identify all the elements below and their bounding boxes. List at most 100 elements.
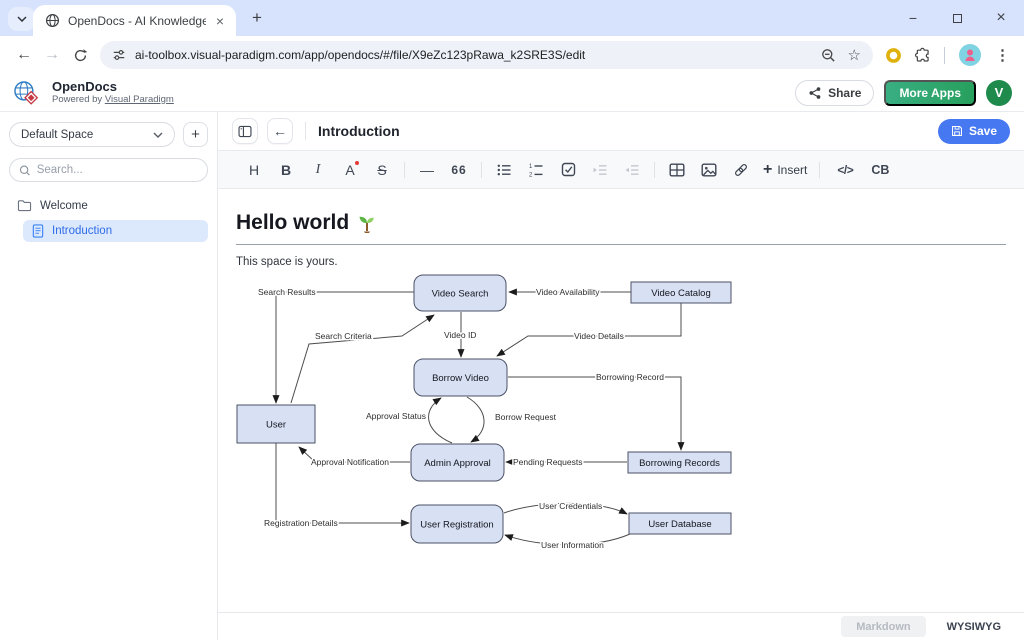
- more-apps-button[interactable]: More Apps: [884, 80, 976, 106]
- save-label: Save: [969, 124, 997, 138]
- tree-folder-welcome[interactable]: Welcome: [9, 195, 208, 216]
- toolbar-separator: [481, 162, 482, 178]
- tree-folder-label: Welcome: [40, 200, 88, 212]
- browser-menu-button[interactable]: ⋮: [995, 46, 1010, 64]
- diagram-nodes: Video SearchVideo CatalogBorrow VideoUse…: [237, 275, 731, 543]
- reload-icon: [73, 48, 88, 63]
- profile-avatar[interactable]: [958, 43, 982, 67]
- numbered-list-icon: 1 2: [528, 162, 544, 178]
- maximize-icon: [953, 14, 962, 23]
- bullet-list-button[interactable]: [488, 157, 520, 183]
- header-separator: [305, 122, 306, 140]
- url-actions: ☆: [821, 46, 861, 64]
- svg-text:2: 2: [529, 172, 533, 178]
- document-diagram[interactable]: Video SearchVideo CatalogBorrow VideoUse…: [236, 267, 736, 559]
- italic-button[interactable]: I: [302, 157, 334, 183]
- save-button[interactable]: Save: [938, 119, 1010, 144]
- tab-search-button[interactable]: [8, 7, 35, 31]
- minimize-button[interactable]: −: [900, 6, 926, 30]
- markdown-mode-button[interactable]: Markdown: [841, 616, 925, 637]
- toolbar-separator: [654, 162, 655, 178]
- editor-pane: ← Introduction Save H B I A S: [218, 112, 1024, 640]
- toolbar-separator: [404, 162, 405, 178]
- diagram-edge-label-approval-status: Approval Status: [366, 411, 426, 421]
- diagram-edge-video-details: [497, 303, 681, 356]
- maximize-button[interactable]: [944, 6, 970, 30]
- chevron-down-icon: [17, 16, 27, 22]
- chevron-down-icon: [153, 132, 163, 138]
- powered-by-prefix: Powered by: [52, 94, 105, 105]
- link-button[interactable]: [725, 157, 757, 183]
- share-label: Share: [828, 86, 861, 100]
- wysiwyg-mode-button[interactable]: WYSIWYG: [934, 616, 1014, 637]
- search-input[interactable]: [37, 164, 198, 176]
- sidebar-search[interactable]: [9, 158, 208, 182]
- inline-code-button[interactable]: </>: [826, 157, 864, 183]
- outdent-button[interactable]: [616, 157, 648, 183]
- indent-button[interactable]: [584, 157, 616, 183]
- url-text[interactable]: ai-toolbox.visual-paradigm.com/app/opend…: [135, 48, 812, 62]
- doc-heading[interactable]: Hello world: [236, 211, 1006, 245]
- task-list-icon: [561, 162, 576, 177]
- doc-heading-text: Hello world: [236, 211, 349, 235]
- blockquote-button[interactable]: 66: [443, 157, 475, 183]
- horizontal-rule-button[interactable]: —: [411, 157, 443, 183]
- add-space-button[interactable]: +: [183, 122, 208, 147]
- navbar-separator: [944, 47, 945, 64]
- back-to-docs-button[interactable]: ←: [267, 118, 293, 144]
- url-bar[interactable]: ai-toolbox.visual-paradigm.com/app/opend…: [100, 41, 873, 69]
- share-button[interactable]: Share: [795, 80, 874, 106]
- seedling-emoji-icon: [357, 213, 377, 233]
- extensions-puzzle-icon[interactable]: [915, 47, 931, 63]
- bold-button[interactable]: B: [270, 157, 302, 183]
- strikethrough-button[interactable]: S: [366, 157, 398, 183]
- table-button[interactable]: [661, 157, 693, 183]
- tree-page-introduction[interactable]: Introduction: [23, 220, 208, 242]
- diagram-edge-registration-details: [276, 443, 409, 523]
- globe-favicon-icon: [45, 13, 60, 28]
- more-apps-label: More Apps: [899, 86, 961, 100]
- diagram-edge-label-user-credentials: User Credentials: [539, 501, 602, 511]
- extension-badge-icon[interactable]: [885, 47, 902, 64]
- close-window-button[interactable]: ×: [988, 6, 1014, 30]
- text-color-button[interactable]: A: [334, 157, 366, 183]
- bookmark-star-icon[interactable]: ☆: [848, 46, 861, 64]
- image-button[interactable]: [693, 157, 725, 183]
- forward-button[interactable]: →: [38, 41, 66, 69]
- space-selector[interactable]: Default Space: [9, 122, 175, 147]
- user-avatar[interactable]: V: [986, 80, 1012, 106]
- diagram-node-label-video-catalog: Video Catalog: [651, 288, 711, 299]
- diagram-edge-search-results: [276, 292, 414, 403]
- diagram-edge-label-pending-requests: Pending Requests: [513, 457, 582, 467]
- opendocs-logo: [12, 79, 42, 106]
- diagram-node-label-user-database: User Database: [648, 519, 711, 530]
- zoom-out-icon[interactable]: [821, 48, 836, 63]
- back-arrow-icon: ←: [273, 123, 287, 139]
- new-tab-button[interactable]: +: [246, 8, 268, 28]
- visual-paradigm-link[interactable]: Visual Paradigm: [105, 94, 174, 105]
- link-icon: [733, 162, 749, 178]
- text-color-label: A: [345, 162, 354, 178]
- heading-button[interactable]: H: [238, 157, 270, 183]
- browser-tab[interactable]: OpenDocs - AI Knowledge Base ×: [33, 5, 236, 36]
- code-block-button[interactable]: CB: [864, 157, 896, 183]
- insert-label: Insert: [777, 163, 807, 177]
- diagram-edge-label-video-details: Video Details: [574, 331, 624, 341]
- document-content[interactable]: Hello world This space is yours.: [218, 189, 1024, 612]
- diagram-edge-label-user-information: User Information: [541, 540, 604, 550]
- diagram-edge-label-borrow-request: Borrow Request: [495, 412, 557, 422]
- task-list-button[interactable]: [552, 157, 584, 183]
- toggle-sidebar-button[interactable]: [232, 118, 258, 144]
- formatting-toolbar: H B I A S — 66 1 2: [218, 151, 1024, 189]
- diagram-edge-label-search-results: Search Results: [258, 287, 316, 297]
- insert-button[interactable]: + Insert: [757, 157, 813, 183]
- document-icon: [32, 224, 44, 238]
- diagram-edge-label-borrowing-record: Borrowing Record: [596, 372, 664, 382]
- numbered-list-button[interactable]: 1 2: [520, 157, 552, 183]
- diagram-node-label-borrow-video: Borrow Video: [432, 373, 489, 384]
- browser-window: OpenDocs - AI Knowledge Base × + − × ← →: [0, 0, 1024, 640]
- reload-button[interactable]: [66, 41, 94, 69]
- back-button[interactable]: ←: [10, 41, 38, 69]
- doc-title: Introduction: [318, 123, 400, 139]
- tab-close-icon[interactable]: ×: [214, 13, 226, 29]
